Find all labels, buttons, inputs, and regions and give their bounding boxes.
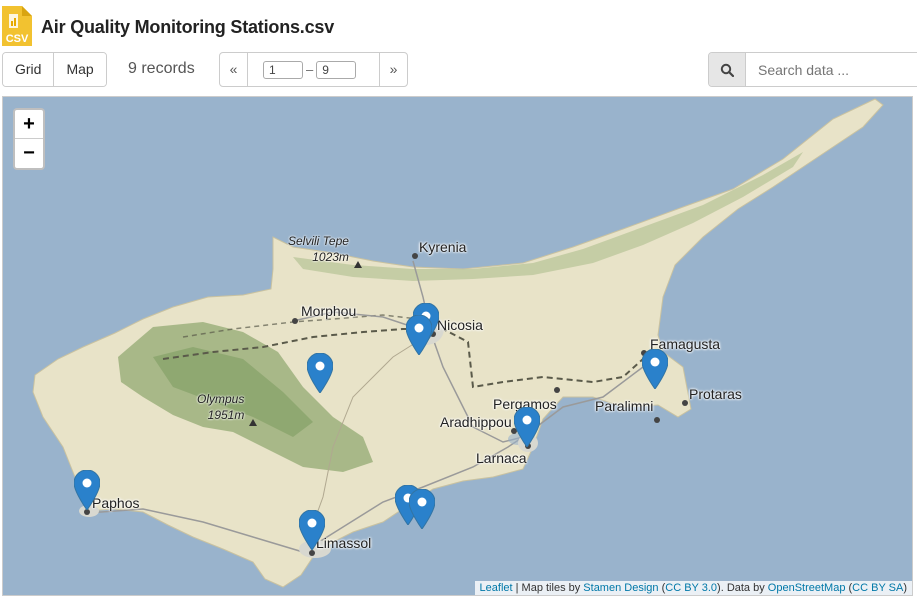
place-label-paralimni: Paralimni — [595, 398, 654, 414]
place-label-morphou: Morphou — [301, 303, 357, 319]
zoom-in-button[interactable]: + — [15, 110, 43, 139]
place-dot — [292, 318, 298, 324]
station-marker-icon[interactable] — [406, 315, 432, 355]
previous-page-button[interactable]: « — [220, 53, 248, 86]
record-count: 9 records — [128, 60, 195, 77]
station-marker-icon[interactable] — [409, 489, 435, 529]
svg-text:CSV: CSV — [6, 33, 29, 45]
search-input[interactable] — [746, 53, 917, 86]
map-view-button[interactable]: Map — [54, 53, 106, 86]
peak-elevation: 1951m — [207, 408, 245, 422]
place-label-aradhippou: Aradhippou — [440, 414, 512, 430]
place-dot — [554, 387, 560, 393]
pager: « – » — [219, 52, 408, 87]
openstreetmap-link[interactable]: OpenStreetMap — [768, 582, 846, 594]
search-icon — [720, 63, 734, 77]
map-basemap — [3, 97, 912, 595]
cc-by-link[interactable]: CC BY 3.0 — [665, 582, 717, 594]
search-button[interactable] — [709, 53, 746, 86]
attribution-text: | Map tiles by — [512, 582, 584, 594]
peak-label-selvili-tepe: Selvili Tepe 1023m — [288, 233, 349, 265]
pager-range-dash: – — [306, 62, 314, 77]
place-dot — [682, 400, 688, 406]
place-dot — [309, 550, 315, 556]
station-marker-icon[interactable] — [642, 349, 668, 389]
grid-view-button[interactable]: Grid — [3, 53, 55, 86]
station-marker-icon[interactable] — [514, 407, 540, 447]
place-label-kyrenia: Kyrenia — [419, 239, 467, 255]
place-label-protaras: Protaras — [689, 386, 742, 402]
peak-triangle-icon — [249, 419, 257, 426]
csv-file-icon: CSV — [2, 6, 32, 46]
leaflet-link[interactable]: Leaflet — [480, 582, 513, 594]
peak-name: Olympus — [197, 392, 245, 406]
station-marker-icon[interactable] — [299, 510, 325, 550]
zoom-control: + − — [13, 108, 45, 170]
map-attribution: Leaflet | Map tiles by Stamen Design (CC… — [474, 581, 912, 595]
view-switcher: Grid Map — [2, 52, 107, 87]
place-label-nicosia: Nicosia — [437, 317, 483, 333]
cc-by-sa-link[interactable]: CC BY SA — [852, 582, 903, 594]
attribution-text: . Data by — [720, 582, 768, 594]
page-title: Air Quality Monitoring Stations.csv — [41, 17, 335, 37]
map-view[interactable]: + − Kyrenia Morphou Nicosia Famagusta Pr… — [2, 96, 913, 596]
place-label-larnaca: Larnaca — [476, 450, 527, 466]
pager-to-input[interactable] — [316, 60, 357, 79]
pager-from-input[interactable] — [263, 60, 303, 79]
toolbar: Grid Map 9 records « – » — [0, 52, 917, 88]
station-marker-icon[interactable] — [307, 353, 333, 393]
peak-label-olympus: Olympus 1951m — [197, 391, 244, 423]
place-dot — [412, 253, 418, 259]
search-box — [708, 52, 917, 87]
peak-elevation: 1023m — [312, 250, 349, 264]
stamen-design-link[interactable]: Stamen Design — [583, 582, 658, 594]
peak-triangle-icon — [354, 261, 362, 268]
zoom-out-button[interactable]: − — [15, 139, 43, 168]
page-header: CSV Air Quality Monitoring Stations.csv — [0, 0, 917, 52]
peak-name: Selvili Tepe — [288, 234, 349, 248]
place-dot — [654, 417, 660, 423]
station-marker-icon[interactable] — [74, 470, 100, 510]
next-page-button[interactable]: » — [379, 53, 407, 86]
